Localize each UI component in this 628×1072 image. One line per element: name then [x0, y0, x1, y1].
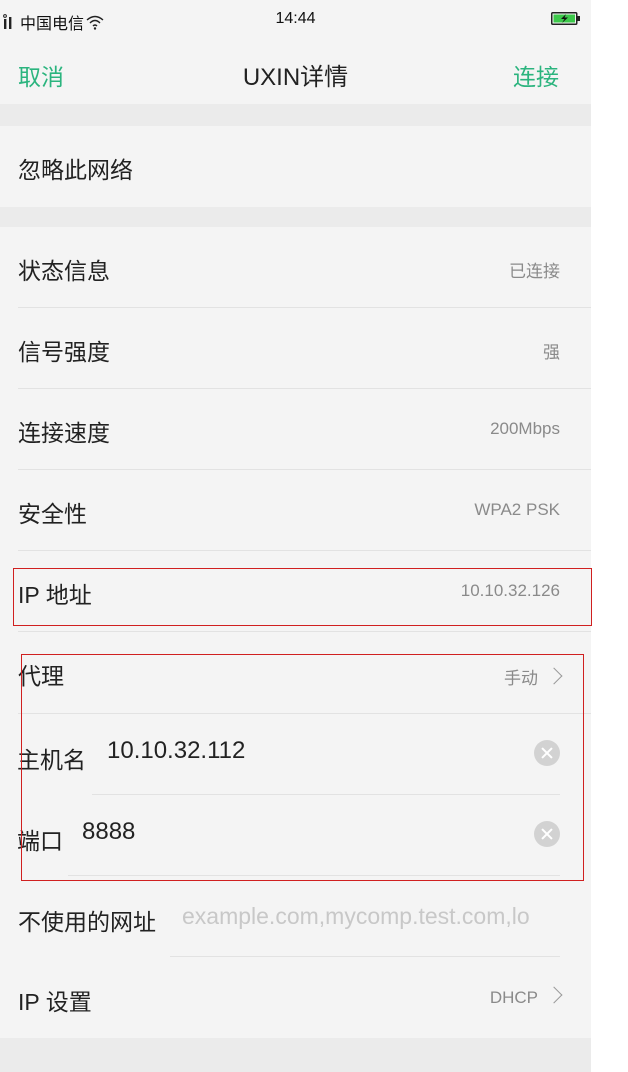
status-info-row: 状态信息 已连接 — [0, 227, 591, 308]
ip-address-value: 10.10.32.126 — [460, 581, 560, 600]
bypass-row: 不使用的网址 example.com,mycomp.test.com,lo — [0, 876, 591, 957]
signal-strength-row: 信号强度 强 — [0, 308, 591, 389]
ip-settings-row[interactable]: IP 设置 DHCP — [0, 957, 591, 1038]
bypass-input[interactable]: example.com,mycomp.test.com,lo — [182, 903, 562, 930]
status-time: 14:44 — [275, 10, 316, 27]
bottom-gap — [0, 1038, 591, 1072]
hostname-row: 主机名 10.10.32.112 — [0, 714, 591, 795]
ip-address-label: IP 地址 — [18, 582, 92, 608]
port-input[interactable]: 8888 — [82, 818, 135, 846]
bypass-label: 不使用的网址 — [18, 909, 156, 935]
security-row: 安全性 WPA2 PSK — [0, 470, 591, 551]
section-gap — [0, 104, 591, 126]
ip-settings-label: IP 设置 — [18, 989, 92, 1015]
clear-hostname-icon[interactable] — [534, 740, 560, 766]
forget-network-label: 忽略此网络 — [18, 157, 133, 183]
status-info-label: 状态信息 — [18, 258, 110, 284]
link-speed-label: 连接速度 — [18, 420, 110, 446]
proxy-label: 代理 — [18, 663, 64, 689]
proxy-mode-text: 手动 — [504, 669, 538, 688]
signal-strength-label: 信号强度 — [18, 339, 110, 365]
ip-address-row: IP 地址 10.10.32.126 — [0, 551, 591, 632]
status-bar: 中国电信 14:44 — [0, 0, 591, 40]
right-gutter — [591, 0, 628, 1072]
security-label: 安全性 — [18, 501, 87, 527]
battery-charging-icon — [551, 12, 580, 25]
chevron-right-icon — [545, 986, 563, 1004]
connect-button[interactable]: 连接 — [513, 58, 559, 92]
forget-network-row[interactable]: 忽略此网络 — [0, 126, 591, 207]
link-speed-row: 连接速度 200Mbps — [0, 389, 591, 470]
ip-settings-mode-text: DHCP — [489, 988, 538, 1007]
port-row: 端口 8888 — [0, 795, 591, 876]
ip-settings-value: DHCP — [489, 986, 563, 1008]
security-value: WPA2 PSK — [474, 500, 560, 519]
page-title: UXIN详情 — [242, 64, 349, 91]
port-label: 端口 — [17, 828, 63, 854]
proxy-row[interactable]: 代理 手动 — [0, 632, 591, 714]
proxy-value: 手动 — [504, 664, 563, 689]
hostname-label: 主机名 — [17, 747, 86, 773]
status-info-value: 已连接 — [509, 262, 560, 281]
wifi-detail-screen: 中国电信 14:44 取消 UXIN详情 连接 忽略此网络 状态信息 已连接 信… — [0, 0, 591, 1072]
chevron-right-icon — [545, 667, 563, 685]
clear-port-icon[interactable] — [534, 821, 560, 847]
nav-bar: 取消 UXIN详情 连接 — [0, 40, 591, 104]
section-gap — [0, 207, 591, 227]
hostname-input[interactable]: 10.10.32.112 — [107, 737, 245, 765]
signal-strength-value: 强 — [543, 343, 560, 362]
link-speed-value: 200Mbps — [490, 419, 560, 438]
